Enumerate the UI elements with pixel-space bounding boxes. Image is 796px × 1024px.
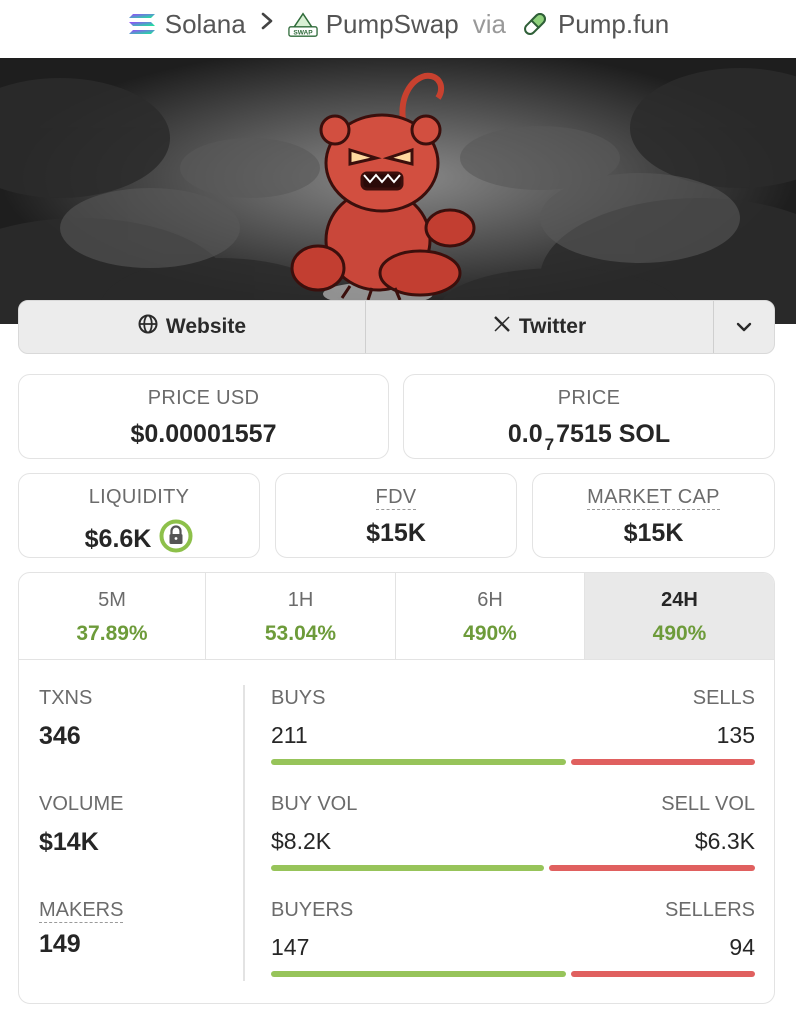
price-usd-card: PRICE USD $0.00001557 xyxy=(18,374,389,459)
chain-crumb[interactable]: Solana xyxy=(127,9,246,40)
price-usd-label: PRICE USD xyxy=(147,387,260,409)
dex-crumb[interactable]: SWAP PumpSwap xyxy=(288,9,459,40)
tab-5m[interactable]: 5M 37.89% xyxy=(19,573,206,659)
sell-vol-bar-segment xyxy=(549,865,755,871)
txns-row: TXNS 346 BUYS SELLS 211 135 xyxy=(19,687,774,793)
solana-logo-icon xyxy=(127,9,157,39)
globe-icon xyxy=(138,314,158,340)
buyers-label: BUYERS xyxy=(271,899,354,921)
price-native-rest: 7515 SOL xyxy=(556,420,671,448)
tab-1h[interactable]: 1H 53.04% xyxy=(206,573,396,659)
pill-icon xyxy=(520,9,550,39)
buyers-value: 147 xyxy=(271,934,310,960)
buys-sells-ratio-bar xyxy=(271,759,755,765)
price-native-prefix: 0.0 xyxy=(507,420,543,448)
token-banner-image xyxy=(0,58,796,324)
price-usd-value: $0.00001557 xyxy=(130,420,277,448)
sellers-label: SELLERS xyxy=(664,899,755,921)
via-text: via xyxy=(472,8,506,39)
liquidity-value-row: $6.6K xyxy=(19,519,259,560)
breadcrumb: Solana SWAP PumpSwap via Pump.fun xyxy=(0,0,796,48)
makers-row: MAKERS 149 BUYERS SELLERS 147 94 xyxy=(19,899,774,1003)
buy-vol-value: $8.2K xyxy=(271,828,332,854)
makers-stat: MAKERS 149 xyxy=(39,899,124,959)
liquidity-label: LIQUIDITY xyxy=(88,486,190,508)
chevron-down-icon xyxy=(735,315,753,339)
buy-vol-label: BUY VOL xyxy=(271,793,358,815)
sell-vol-label: SELL VOL xyxy=(661,793,755,815)
twitter-button[interactable]: Twitter xyxy=(366,301,714,353)
market-cap-card: MARKET CAP $15K xyxy=(532,473,775,558)
fdv-value: $15K xyxy=(366,519,426,547)
buy-vol-bar-segment xyxy=(271,865,545,871)
tab-6h-label: 6H xyxy=(477,589,503,611)
sellers-value: 94 xyxy=(729,934,755,960)
website-button[interactable]: Website xyxy=(19,301,366,353)
market-cap-value: $15K xyxy=(623,519,684,547)
volume-ratio-bar xyxy=(271,865,755,871)
twitter-label: Twitter xyxy=(518,315,587,338)
social-links-bar: Website Twitter xyxy=(18,300,775,354)
dex-name: PumpSwap xyxy=(325,8,459,39)
more-links-button[interactable] xyxy=(714,301,774,353)
sells-value: 135 xyxy=(716,722,755,748)
dex-badge-text: SWAP xyxy=(293,29,313,36)
buys-bar-segment xyxy=(271,759,567,765)
volume-label: VOLUME xyxy=(39,793,124,815)
website-label: Website xyxy=(165,315,247,338)
chevron-right-icon xyxy=(260,10,274,38)
tab-5m-label: 5M xyxy=(98,589,126,611)
volume-stat: VOLUME $14K xyxy=(39,793,123,857)
tab-5m-change: 37.89% xyxy=(76,622,148,645)
buys-label: BUYS xyxy=(271,687,326,709)
tab-1h-change: 53.04% xyxy=(264,622,337,645)
tab-24h-change: 490% xyxy=(652,622,707,645)
sellers-bar-segment xyxy=(571,971,755,977)
tab-1h-label: 1H xyxy=(287,589,314,611)
txns-label: TXNS xyxy=(39,687,93,709)
price-native-card: PRICE 0.0 77515 SOL xyxy=(403,374,775,459)
price-native-zero-count: 7 xyxy=(544,435,555,454)
sells-bar-segment xyxy=(571,759,755,765)
buy-sell-volume-stat: BUY VOL SELL VOL $8.2K $6.3K xyxy=(271,793,755,871)
volume-value: $14K xyxy=(39,828,99,856)
tab-6h-change: 490% xyxy=(463,622,517,645)
tab-24h-label: 24H xyxy=(661,589,698,611)
launchpad-name: Pump.fun xyxy=(557,8,670,39)
tab-6h[interactable]: 6H 490% xyxy=(396,573,585,659)
fdv-card: FDV $15K xyxy=(275,473,517,558)
sells-label: SELLS xyxy=(692,687,755,709)
buys-value: 211 xyxy=(271,722,308,748)
price-native-label: PRICE xyxy=(557,387,621,409)
trading-stats-panel: 5M 37.89% 1H 53.04% 6H 490% 24H 490% TXN… xyxy=(18,572,775,1004)
buyers-sellers-stat: BUYERS SELLERS 147 94 xyxy=(271,899,755,977)
liquidity-card: LIQUIDITY $6.6K xyxy=(18,473,260,558)
traders-ratio-bar xyxy=(271,971,755,977)
makers-value: 149 xyxy=(39,930,81,958)
volume-row: VOLUME $14K BUY VOL SELL VOL $8.2K $6.3K xyxy=(19,793,774,899)
launchpad-crumb[interactable]: Pump.fun xyxy=(520,9,669,40)
lock-icon[interactable] xyxy=(159,519,193,560)
market-cap-label[interactable]: MARKET CAP xyxy=(587,486,720,510)
txns-value: 346 xyxy=(39,722,81,750)
buyers-bar-segment xyxy=(271,971,567,977)
x-logo-icon xyxy=(493,315,511,339)
fdv-label[interactable]: FDV xyxy=(375,486,417,510)
pumpswap-logo-icon: SWAP xyxy=(288,9,318,39)
price-native-value: 0.0 77515 SOL xyxy=(404,420,774,454)
txns-stat: TXNS 346 xyxy=(39,687,92,751)
buys-sells-stat: BUYS SELLS 211 135 xyxy=(271,687,755,765)
chain-name: Solana xyxy=(164,8,246,39)
liquidity-value: $6.6K xyxy=(84,525,152,553)
timeframe-tabs: 5M 37.89% 1H 53.04% 6H 490% 24H 490% xyxy=(19,573,774,660)
makers-label[interactable]: MAKERS xyxy=(39,899,124,923)
tab-24h[interactable]: 24H 490% xyxy=(585,573,774,659)
sell-vol-value: $6.3K xyxy=(694,828,755,854)
